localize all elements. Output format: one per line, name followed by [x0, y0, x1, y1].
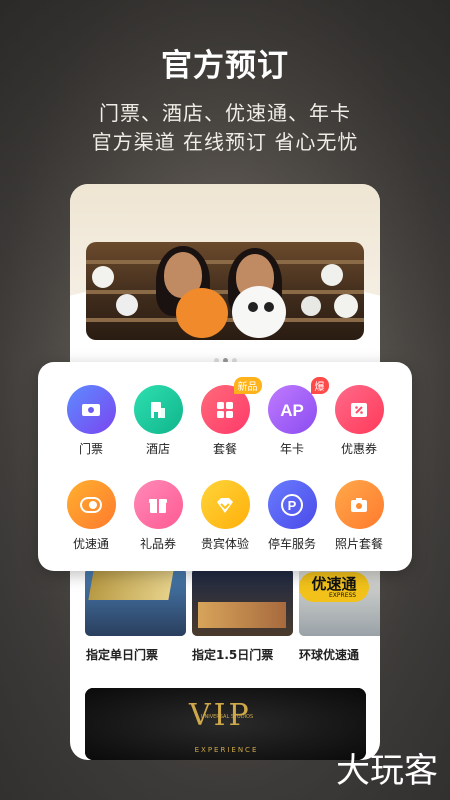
subtitle-line1: 门票、酒店、优速通、年卡 [99, 101, 351, 125]
plush-toy [92, 266, 114, 288]
package-icon [217, 401, 233, 418]
menu-item-tickets[interactable]: 门票 [58, 385, 124, 457]
express-pass-tile[interactable]: 优速通 EXPRESS [299, 568, 380, 636]
coupon-icon [351, 402, 367, 417]
gift-icon [149, 498, 167, 513]
promo-banner[interactable] [86, 242, 364, 340]
single-day-ticket-tile[interactable] [85, 568, 186, 636]
express-pass-icon [80, 496, 102, 513]
svg-text:P: P [288, 498, 297, 513]
menu-item-vip-experience[interactable]: 贵宾体验 [192, 480, 258, 552]
annual-pass-icon: AP [280, 401, 304, 420]
svg-text:AP: AP [280, 401, 304, 420]
menu-item-annual-pass[interactable]: AP 爆 年卡 [259, 377, 329, 457]
menu-item-package[interactable]: 新品 套餐 [192, 377, 262, 457]
menu-item-coupon[interactable]: 优惠券 [326, 385, 392, 457]
service-menu-card: 门票 酒店 新品 套餐 AP 爆 年卡 优惠券 优速通 礼品券 贵宾体验 P 停… [38, 362, 412, 571]
new-badge: 新品 [233, 377, 262, 394]
plush-toy [116, 294, 138, 316]
parking-icon: P [281, 493, 303, 516]
vip-diamond-icon [217, 497, 233, 513]
vip-experience-banner[interactable]: VIP UNIVERSAL STUDIOS EXPERIENCE [85, 688, 366, 760]
panda-plush [232, 286, 286, 338]
ticket-icon [82, 403, 100, 416]
menu-item-hotel[interactable]: 酒店 [125, 385, 191, 457]
subtitle-line2: 官方渠道 在线预订 省心无忧 [91, 130, 359, 154]
1.5-day-ticket-tile[interactable] [192, 568, 293, 636]
camera-icon [351, 497, 367, 512]
plush-toy [321, 264, 343, 286]
hotel-icon [151, 401, 165, 418]
menu-item-photo-package[interactable]: 照片套餐 [326, 480, 392, 552]
product-label-single-day[interactable]: 指定单日门票 [86, 646, 158, 663]
plush-toy [334, 294, 358, 318]
watermark: 大玩客 [336, 751, 438, 791]
menu-item-gift-voucher[interactable]: 礼品券 [125, 480, 191, 552]
menu-item-express-pass[interactable]: 优速通 [58, 480, 124, 552]
menu-item-parking[interactable]: P 停车服务 [259, 480, 325, 552]
tigress-plush [176, 288, 228, 338]
plush-toy [301, 296, 321, 316]
product-label-1.5-day[interactable]: 指定1.5日门票 [192, 646, 273, 663]
headline: 官方预订 [161, 48, 289, 84]
product-label-express[interactable]: 环球优速通 [299, 646, 359, 663]
